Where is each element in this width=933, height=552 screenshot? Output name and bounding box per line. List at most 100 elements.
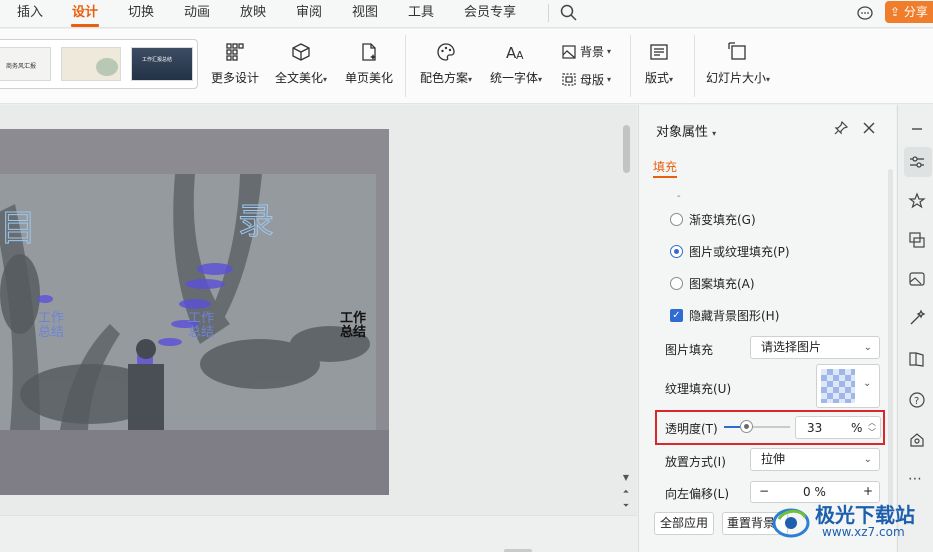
background-button[interactable]: 背景 ▾ xyxy=(561,43,611,60)
active-tab-indicator xyxy=(653,176,677,178)
slide-item-3[interactable]: 工作 总结 xyxy=(338,312,368,340)
panel-title[interactable]: 对象属性 ▾ xyxy=(656,121,716,140)
picture-fill-value: 请选择图片 xyxy=(761,340,822,354)
active-tab-indicator xyxy=(71,24,99,27)
panel-title-label: 对象属性 xyxy=(656,125,709,140)
decrement-icon[interactable]: ﹀ xyxy=(868,427,876,438)
radio-button-selected[interactable] xyxy=(670,245,683,258)
more-design-label: 更多设计 xyxy=(211,71,260,85)
right-tool-strip: ? ⋯ xyxy=(897,105,933,552)
template-thumb-1-label: 商务风汇报 xyxy=(6,63,37,70)
unify-font-label: 统一字体 xyxy=(490,71,539,85)
menu-design[interactable]: 设计 xyxy=(72,4,98,24)
template-thumb-3[interactable]: 工作汇报总结 xyxy=(131,47,193,81)
radio-button[interactable] xyxy=(670,213,683,226)
hide-background-checkbox[interactable]: ✓ 隐藏背景图形(H) xyxy=(670,307,779,324)
image-icon[interactable] xyxy=(907,269,927,289)
more-design-button[interactable]: 更多设计 xyxy=(211,41,259,86)
menu-review[interactable]: 审阅 xyxy=(296,4,322,24)
plus-icon[interactable]: + xyxy=(863,484,873,498)
master-button[interactable]: 母版 ▾ xyxy=(561,71,611,88)
copy-icon[interactable] xyxy=(907,230,927,250)
prev-page-icon[interactable]: ⏶ xyxy=(621,487,631,497)
menu-transition[interactable]: 切换 xyxy=(128,4,154,24)
ribbon-divider xyxy=(630,35,631,97)
page-beautify-button[interactable]: 单页美化 xyxy=(345,41,393,86)
menu-slideshow[interactable]: 放映 xyxy=(240,4,266,24)
unify-font-button[interactable]: AA 统一字体▾ xyxy=(490,41,542,86)
full-beautify-button[interactable]: 全文美化▾ xyxy=(275,41,327,86)
texture-fill-picker[interactable]: ⌄ xyxy=(816,364,880,408)
help-icon[interactable]: ? xyxy=(907,390,927,410)
slide-title-right[interactable]: 录 xyxy=(237,192,274,244)
radio-picture-fill[interactable]: 图片或纹理填充(P) xyxy=(670,243,790,260)
ribbon-divider xyxy=(694,35,695,97)
collapsed-option-marker: - xyxy=(677,191,681,202)
color-scheme-button[interactable]: 配色方案▾ xyxy=(420,41,472,86)
status-strip xyxy=(0,515,637,552)
transparency-slider-thumb[interactable] xyxy=(740,420,753,433)
radio-pattern-fill[interactable]: 图案填充(A) xyxy=(670,275,755,292)
transparency-input[interactable]: 33 % ︿ ﹀ xyxy=(795,416,881,439)
next-page-icon[interactable]: ⏷ xyxy=(621,501,631,511)
template-thumb-1[interactable]: 商务风汇报 xyxy=(0,47,51,81)
share-icon: ⇪ xyxy=(890,5,904,19)
slide-size-button[interactable]: 幻灯片大小▾ xyxy=(706,41,770,86)
magic-wand-icon[interactable] xyxy=(907,308,927,328)
menu-member[interactable]: 会员专享 xyxy=(464,4,516,24)
canvas-vertical-scrollbar[interactable]: ▼ ⏶ ⏷ xyxy=(620,115,632,515)
radio-label: 渐变填充(G) xyxy=(689,213,756,227)
slide-size-icon xyxy=(728,42,746,60)
page-beautify-label: 单页美化 xyxy=(345,71,394,85)
menu-tools[interactable]: 工具 xyxy=(408,4,434,24)
sliders-icon[interactable] xyxy=(907,152,927,172)
svg-text:?: ? xyxy=(914,396,919,407)
menu-animation[interactable]: 动画 xyxy=(184,4,210,24)
menu-view[interactable]: 视图 xyxy=(352,4,378,24)
menu-insert[interactable]: 插入 xyxy=(17,4,43,24)
ribbon-toolbar: 商务风汇报 工作汇报总结 更多设计 全文美化▾ 单页美化 配色方案▾ AA 统一… xyxy=(0,29,933,104)
more-icon[interactable]: ⋯ xyxy=(908,471,922,487)
layout-button[interactable]: 版式▾ xyxy=(645,41,673,86)
slide-item-2[interactable]: 工作 总结 xyxy=(186,312,216,340)
checkmark-icon[interactable]: ✓ xyxy=(670,309,683,322)
scrollbar-thumb[interactable] xyxy=(623,125,630,173)
comment-icon[interactable] xyxy=(855,3,875,23)
tab-fill[interactable]: 填充 xyxy=(653,158,677,175)
search-icon[interactable] xyxy=(559,3,579,23)
scroll-down-icon[interactable]: ▼ xyxy=(621,473,631,482)
star-icon[interactable] xyxy=(907,191,927,211)
apply-all-button[interactable]: 全部应用 xyxy=(654,512,714,535)
chevron-down-icon: ⌄ xyxy=(863,378,872,389)
share-link-icon[interactable] xyxy=(907,430,927,450)
full-beautify-label: 全文美化 xyxy=(275,71,324,85)
svg-text:A: A xyxy=(516,49,524,62)
placement-label: 放置方式(I) xyxy=(665,455,726,469)
radio-gradient-fill[interactable]: 渐变填充(G) xyxy=(670,211,756,228)
placement-value: 拉伸 xyxy=(761,452,786,466)
color-scheme-label: 配色方案 xyxy=(420,71,469,85)
background-label: 背景 xyxy=(580,45,605,59)
book-icon[interactable] xyxy=(907,349,927,369)
background-icon xyxy=(562,44,576,59)
pin-icon[interactable] xyxy=(833,120,849,136)
slide-item-1[interactable]: 工作 总结 xyxy=(36,312,66,340)
layout-icon xyxy=(650,44,668,60)
slide-canvas[interactable]: 目 录 工作 总结 工作 总结 工作 总结 ▼ ⏶ ⏷ xyxy=(0,105,637,515)
close-icon[interactable] xyxy=(861,120,877,136)
radio-button[interactable] xyxy=(670,277,683,290)
slide[interactable]: 目 录 工作 总结 工作 总结 工作 总结 xyxy=(0,174,376,430)
master-icon xyxy=(562,72,576,86)
picture-fill-dropdown[interactable]: 请选择图片 ⌄ xyxy=(750,336,880,359)
transparency-value: 33 xyxy=(807,421,823,435)
slide-size-label: 幻灯片大小 xyxy=(706,71,767,85)
share-button[interactable]: ⇪ 分享 xyxy=(885,1,933,23)
panel-scrollbar[interactable] xyxy=(888,169,893,509)
texture-swatch xyxy=(821,369,855,403)
checkbox-label: 隐藏背景图形(H) xyxy=(689,309,780,323)
collapse-icon[interactable] xyxy=(907,119,927,139)
placement-dropdown[interactable]: 拉伸 ⌄ xyxy=(750,448,880,471)
slide-title-left[interactable]: 目 xyxy=(0,199,37,251)
minus-icon[interactable]: − xyxy=(759,484,769,498)
template-thumb-2[interactable] xyxy=(61,47,121,81)
